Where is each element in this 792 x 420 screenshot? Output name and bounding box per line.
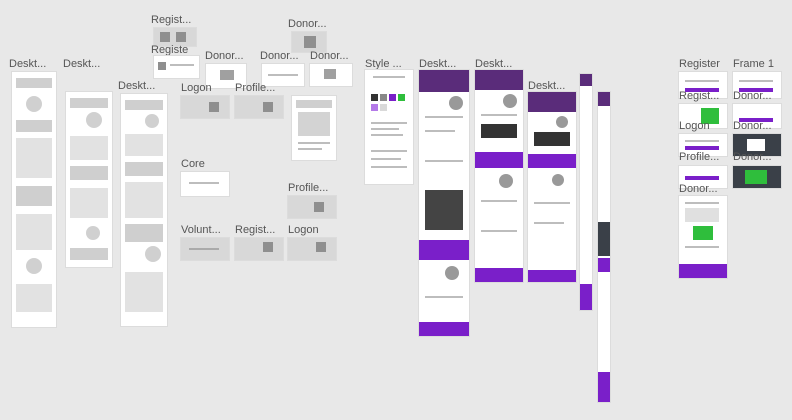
frame-label-core[interactable]: Core bbox=[181, 158, 205, 170]
frame-label-donor-1[interactable]: Donor... bbox=[205, 50, 244, 62]
frame-label-desktop-5[interactable]: Deskt... bbox=[475, 58, 512, 70]
desktop-wireframe-2[interactable] bbox=[66, 92, 112, 267]
core-component-frame[interactable] bbox=[181, 172, 229, 196]
desktop-wireframe-1[interactable] bbox=[12, 72, 56, 327]
frame-label-logon-1[interactable]: Logon bbox=[181, 82, 212, 94]
desktop-wireframe-3[interactable] bbox=[121, 94, 167, 326]
logon-wireframe-2[interactable] bbox=[288, 238, 336, 260]
frame-label-logon-3[interactable]: Logon bbox=[679, 120, 710, 132]
frame-label-donor-8[interactable]: Donor... bbox=[679, 183, 718, 195]
frame-label-profile-3[interactable]: Profile... bbox=[679, 151, 719, 163]
logon-wireframe-1[interactable] bbox=[181, 96, 229, 118]
frame-label-donor-4[interactable]: Donor... bbox=[310, 50, 349, 62]
donor-page-frame[interactable] bbox=[679, 196, 727, 278]
volunteer-wireframe[interactable] bbox=[181, 238, 229, 260]
frame-label-profile-1[interactable]: Profile... bbox=[235, 82, 275, 94]
frame-label-donor-6[interactable]: Donor... bbox=[733, 120, 772, 132]
frame-label-frame-1[interactable]: Frame 1 bbox=[733, 58, 774, 70]
frame-label-register-3[interactable]: Regist... bbox=[235, 224, 275, 236]
frame-label-donor-5[interactable]: Donor... bbox=[733, 90, 772, 102]
frame-label-register-4[interactable]: Register bbox=[679, 58, 720, 70]
desktop-hifi-3[interactable] bbox=[528, 92, 576, 282]
desktop-hifi-2[interactable] bbox=[475, 70, 523, 282]
donor-wireframe-2[interactable] bbox=[292, 32, 326, 52]
frame-label-logon-2[interactable]: Logon bbox=[288, 224, 319, 236]
frame-label-desktop-6[interactable]: Deskt... bbox=[528, 80, 565, 92]
frame-label-desktop-3[interactable]: Deskt... bbox=[118, 80, 155, 92]
mobile-frame-1[interactable] bbox=[580, 74, 592, 310]
donor-wireframe-tall[interactable] bbox=[292, 96, 336, 160]
frame-label-donor-3[interactable]: Donor... bbox=[260, 50, 299, 62]
donor-component-3[interactable] bbox=[733, 166, 781, 188]
profile-wireframe-1[interactable] bbox=[235, 96, 283, 118]
frame-label-register-2[interactable]: Registe bbox=[151, 44, 188, 56]
frame-label-desktop-2[interactable]: Deskt... bbox=[63, 58, 100, 70]
frame-label-desktop-4[interactable]: Deskt... bbox=[419, 58, 456, 70]
profile-wireframe-2[interactable] bbox=[288, 196, 336, 218]
frame-label-style[interactable]: Style ... bbox=[365, 58, 402, 70]
frame-label-donor-7[interactable]: Donor... bbox=[733, 151, 772, 163]
donor-wireframe-4[interactable] bbox=[310, 64, 352, 86]
frame-label-desktop-1[interactable]: Deskt... bbox=[9, 58, 46, 70]
frame-label-register-1[interactable]: Regist... bbox=[151, 14, 191, 26]
desktop-hifi-1[interactable] bbox=[419, 70, 469, 336]
style-guide-frame[interactable] bbox=[365, 70, 413, 184]
register-wireframe-3[interactable] bbox=[235, 238, 283, 260]
frame-label-donor-2[interactable]: Donor... bbox=[288, 18, 327, 30]
register-wireframe-2[interactable] bbox=[154, 56, 199, 78]
frame-label-profile-2[interactable]: Profile... bbox=[288, 182, 328, 194]
mobile-frame-2[interactable] bbox=[598, 92, 610, 402]
frame-label-register-5[interactable]: Regist... bbox=[679, 90, 719, 102]
frame-label-volunteer[interactable]: Volunt... bbox=[181, 224, 221, 236]
